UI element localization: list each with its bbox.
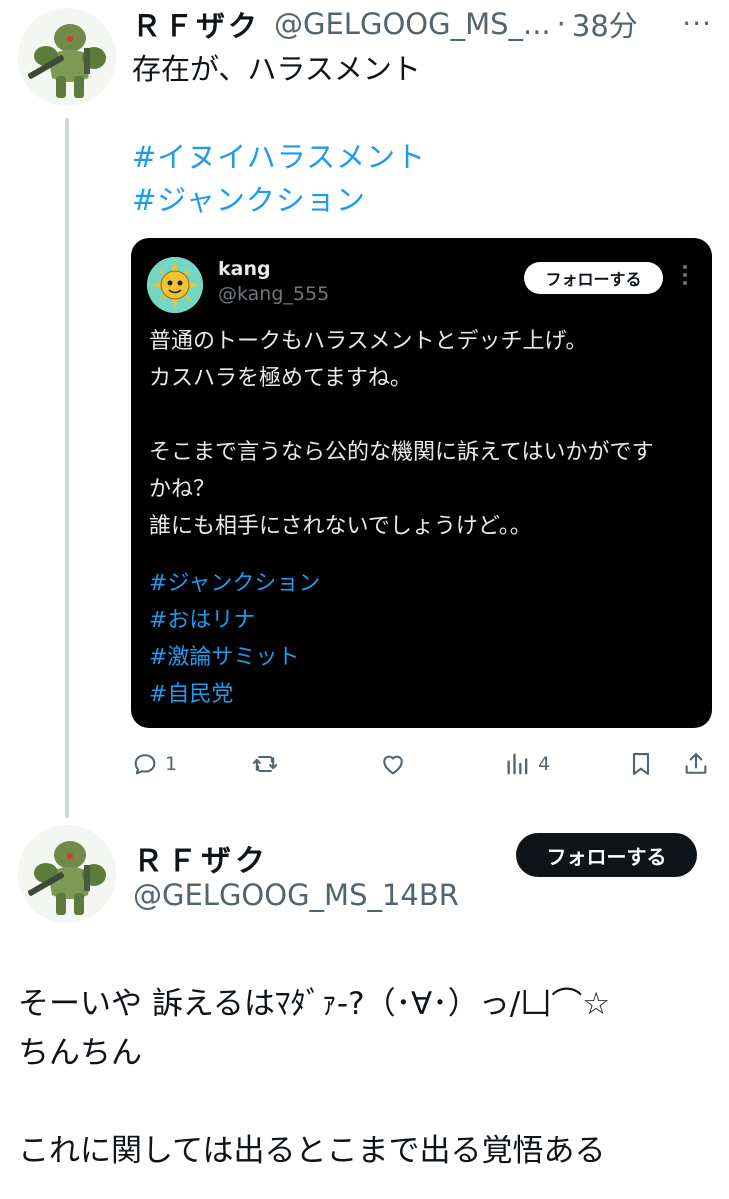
tweet-text-line: これに関しては出るとこまで出る覚悟ある <box>18 1133 606 1169</box>
retweet-count <box>285 753 291 775</box>
tweet-text: 存在が、ハラスメント <box>132 52 421 86</box>
quoted-avatar[interactable] <box>147 257 203 313</box>
hashtag-link[interactable]: #ジャンクション <box>149 565 320 602</box>
like-count <box>413 753 419 775</box>
avatar[interactable] <box>18 8 116 106</box>
retweet-button[interactable] <box>251 744 291 784</box>
bookmark-icon <box>632 753 650 775</box>
views-button[interactable]: 4 <box>504 744 550 784</box>
tweet-header: ＲＦザク @GELGOOG_MS_... · 38分 ··· <box>132 4 712 44</box>
quoted-text: 普通のトークもハラスメントとデッチ上げ。 カスハラを極めてますね。 そこまで言う… <box>149 323 699 545</box>
sun-face-icon <box>147 257 203 313</box>
share-icon <box>685 753 707 774</box>
quoted-hashtags: #ジャンクション #おはリナ #激論サミット #自民党 <box>149 565 320 713</box>
heart-icon <box>383 755 403 775</box>
bookmark-button[interactable] <box>627 744 655 784</box>
tweet-text-line: ちんちん <box>18 1035 142 1071</box>
views-count: 4 <box>538 753 551 775</box>
avatar[interactable] <box>18 825 116 923</box>
quoted-tweet-card[interactable]: kang @kang_555 フォローする 普通のトークもハラスメントとデッチ上… <box>131 238 712 728</box>
tweet-text: そーいや 訴えるはﾏﾀﾞｧ-?（･∀･）っ/凵⌒☆ ちんちん これに関しては出る… <box>18 980 718 1176</box>
vertical-dots-icon[interactable] <box>680 264 690 286</box>
quoted-follow-button[interactable]: フォローする <box>524 262 663 294</box>
separator-dot: · <box>556 7 566 41</box>
like-button[interactable] <box>379 744 419 784</box>
user-handle[interactable]: @GELGOOG_MS_14BR <box>133 878 459 912</box>
display-name[interactable]: ＲＦザク <box>133 836 269 880</box>
tweet-hashtags: #イヌイハラスメント #ジャンクション <box>132 136 426 222</box>
quoted-text-line: かね？ <box>149 477 216 502</box>
hashtag-link[interactable]: #イヌイハラスメント <box>132 136 426 179</box>
hashtag-link[interactable]: #おはリナ <box>149 602 320 639</box>
thread-line <box>65 118 69 818</box>
quoted-text-line <box>149 397 699 434</box>
reply-button[interactable]: 1 <box>131 744 177 784</box>
quoted-user-handle[interactable]: @kang_555 <box>218 283 329 305</box>
reply-icon <box>134 754 156 775</box>
tweet-text-line <box>18 1078 718 1127</box>
follow-button[interactable]: フォローする <box>516 833 697 877</box>
tweet-text-line: そーいや 訴えるはﾏﾀﾞｧ-?（･∀･）っ/凵⌒☆ <box>18 986 611 1022</box>
zaku-avatar-image <box>18 8 116 106</box>
quoted-text-line: 普通のトークもハラスメントとデッチ上げ。 <box>149 329 588 354</box>
share-button[interactable] <box>682 744 710 784</box>
quoted-text-line: カスハラを極めてますね。 <box>149 366 412 391</box>
quoted-text-line: 誰にも相手にされないでしょうけど。。 <box>149 514 532 539</box>
retweet-icon <box>252 755 278 773</box>
user-handle[interactable]: @GELGOOG_MS_... <box>274 7 551 41</box>
analytics-icon <box>507 753 528 775</box>
quoted-display-name[interactable]: kang <box>218 258 271 280</box>
timestamp[interactable]: 38分 <box>572 3 638 45</box>
reply-count: 1 <box>165 753 178 775</box>
zaku-avatar-image <box>18 825 116 923</box>
display-name[interactable]: ＲＦザク <box>132 3 260 45</box>
hashtag-link[interactable]: #激論サミット <box>149 639 320 676</box>
more-options-icon[interactable]: ··· <box>682 4 712 44</box>
quoted-text-line: そこまで言うなら公的な機関に訴えてはいかがです <box>149 440 654 465</box>
tweet-action-bar: 1 4 <box>131 744 712 784</box>
hashtag-link[interactable]: #自民党 <box>149 676 320 713</box>
hashtag-link[interactable]: #ジャンクション <box>132 179 426 222</box>
